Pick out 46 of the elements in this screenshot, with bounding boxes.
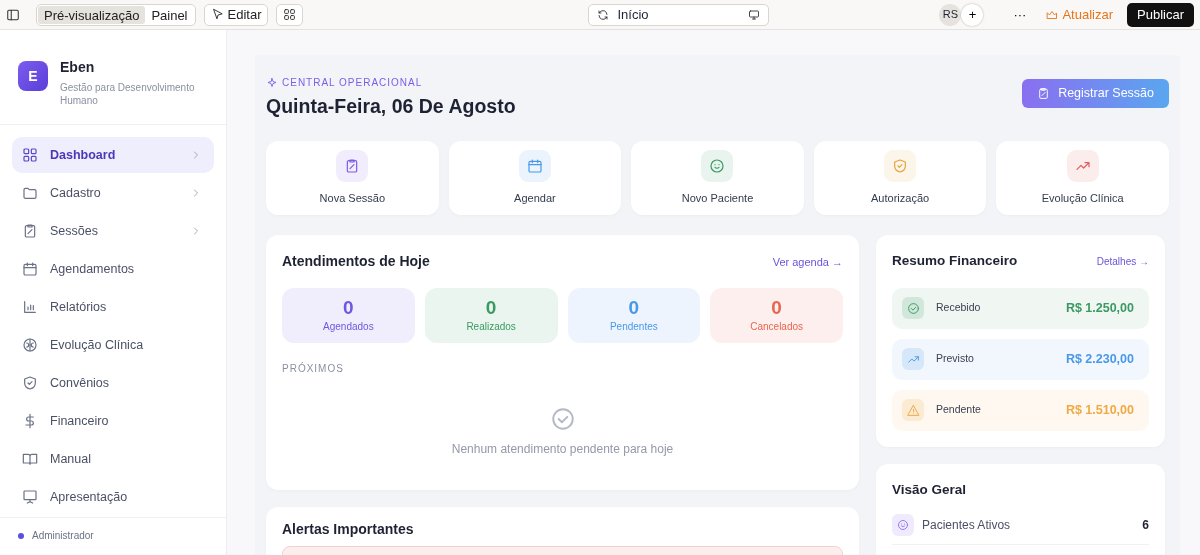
card-title: Atendimentos de Hoje [282,252,430,272]
finance-row: Previsto R$ 2.230,00 [892,338,1149,380]
sidebar-item[interactable]: Agendamentos [12,251,214,287]
details-link[interactable]: Detalhes → [1096,253,1149,269]
quick-action-card[interactable]: Autorização [813,141,987,216]
sidebar-item[interactable]: Manual [12,441,214,477]
overview-card: Visão Geral Pacientes Ativos 6 [876,463,1165,555]
page-title: Quinta-Feira, 06 De Agosto [266,94,516,119]
finance-row: Pendente R$ 1.510,00 [892,389,1149,431]
sidebar-item[interactable]: Evolução Clínica [12,327,214,363]
finance-row: Recebido R$ 1.250,00 [892,287,1149,329]
user-role: Administrador [32,529,94,543]
address-bar[interactable]: Início [588,3,770,26]
stat-tile: 0 Realizados [424,288,558,344]
section-label: PRÓXIMOS [282,361,345,377]
sidebar-item[interactable]: Cadastro [12,175,214,211]
empty-message: Nenhum atendimento pendente para hoje [451,441,674,459]
view-tab[interactable]: Painel [145,5,194,24]
sidebar-item[interactable]: Apresentação [12,479,214,515]
publish-button[interactable]: Publicar [1127,2,1194,27]
view-schedule-link[interactable]: Ver agenda → [772,253,843,270]
more-button[interactable]: ··· [1007,3,1033,26]
brand-tagline: Gestão para Desenvolvimento Humano [60,81,196,107]
avatar[interactable]: RS [939,3,962,26]
sidebar-item[interactable]: Financeiro [12,403,214,439]
card-title: Resumo Financeiro [892,252,1018,271]
stat-tile: 0 Cancelados [710,288,843,344]
quick-action-card[interactable]: Evolução Clínica [996,141,1169,216]
sidebar-item[interactable]: Relatórios [12,289,214,325]
edit-button[interactable]: Editar [203,3,269,26]
add-button[interactable]: + [961,3,984,26]
quick-action-card[interactable]: Novo Paciente [631,141,804,216]
address-text: Início [617,5,650,24]
brand-name: Eben [60,58,96,77]
logo-badge: E [18,61,48,91]
quick-action-card[interactable]: Agendar [448,141,622,216]
card-title: Alertas Importantes [282,520,415,540]
sidebar-item[interactable]: Sessões [12,213,214,249]
card-title: Visão Geral [892,480,968,499]
stat-tile: 0 Pendentes [567,288,701,344]
sidebar-item[interactable]: Dashboard [12,137,214,173]
eyebrow-label: CENTRAL OPERACIONAL [282,76,423,90]
sidebar-item[interactable]: Convênios [12,365,214,401]
view-tab[interactable]: Pré-visualização [38,5,146,24]
stat-tile: 0 Agendados [282,288,415,344]
quick-action-card[interactable]: Nova Sessão [266,141,439,216]
